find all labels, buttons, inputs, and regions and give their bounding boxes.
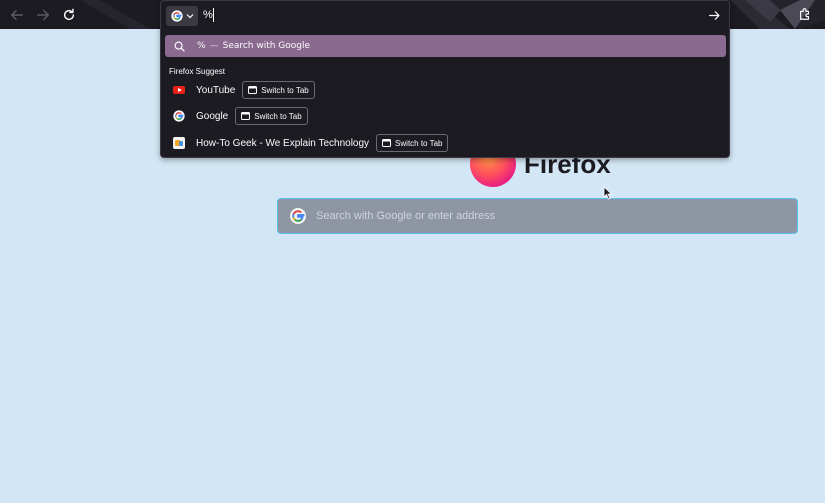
search-suggestion-separator: —	[209, 41, 219, 51]
urlbar-input-row[interactable]: %	[161, 1, 729, 30]
suggestion-title: How-To Geek - We Explain Technology	[196, 137, 370, 149]
content-search-placeholder: Search with Google or enter address	[316, 210, 496, 222]
google-icon	[170, 10, 183, 22]
text-caret	[213, 8, 214, 22]
mouse-cursor-icon	[603, 186, 613, 200]
extensions-button[interactable]	[796, 5, 814, 23]
youtube-favicon	[173, 84, 185, 96]
urlbar-popup: % % — Search with Google Firefox Suggest…	[160, 0, 730, 158]
search-icon	[174, 41, 185, 52]
go-arrow-icon	[708, 10, 720, 20]
search-suggestion-action: Search with Google	[222, 41, 311, 51]
suggest-group-label: Firefox Suggest	[169, 67, 226, 76]
suggestion-row-youtube[interactable]: YouTube Switch to Tab	[165, 79, 726, 101]
extensions-icon	[800, 8, 810, 20]
urlbar-input[interactable]: %	[203, 9, 213, 21]
switch-to-tab-label: Switch to Tab	[395, 138, 443, 148]
switch-to-tab-button[interactable]: Switch to Tab	[235, 107, 308, 125]
suggestion-row-google[interactable]: Google Switch to Tab	[165, 105, 726, 127]
suggestion-title: YouTube	[196, 84, 236, 96]
reload-icon	[63, 8, 75, 21]
switch-to-tab-button[interactable]: Switch to Tab	[376, 134, 449, 152]
back-button[interactable]	[6, 4, 28, 26]
search-engine-button[interactable]	[166, 6, 198, 26]
tab-icon	[382, 139, 392, 147]
google-icon	[290, 208, 306, 224]
switch-to-tab-button[interactable]: Switch to Tab	[242, 81, 315, 99]
switch-to-tab-label: Switch to Tab	[254, 111, 302, 121]
back-arrow-icon	[11, 9, 23, 21]
content-search-box[interactable]: Search with Google or enter address	[277, 198, 798, 234]
switch-to-tab-label: Switch to Tab	[261, 85, 309, 95]
google-favicon	[173, 110, 185, 122]
search-suggestion-query: %	[197, 41, 206, 51]
forward-button[interactable]	[32, 4, 54, 26]
howtogeek-favicon	[173, 137, 185, 149]
search-suggestion-row[interactable]: % — Search with Google	[165, 35, 726, 57]
tab-icon	[248, 86, 258, 94]
tab-icon	[241, 112, 251, 120]
suggestion-title: Google	[196, 110, 229, 122]
reload-button[interactable]	[58, 4, 80, 26]
forward-arrow-icon	[37, 9, 49, 21]
suggestion-row-howtogeek[interactable]: How-To Geek - We Explain Technology Swit…	[165, 132, 726, 154]
chevron-down-icon	[186, 14, 193, 19]
go-button[interactable]	[706, 7, 722, 23]
